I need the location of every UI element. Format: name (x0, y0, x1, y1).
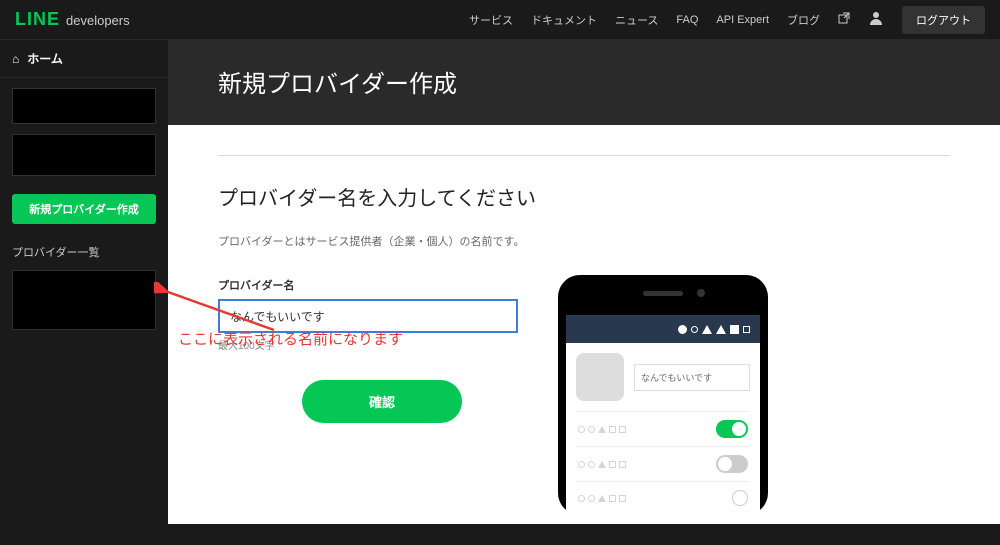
section-title: プロバイダー名を入力してください (218, 182, 950, 211)
divider (218, 155, 950, 156)
sidebar-redacted-3[interactable] (12, 270, 156, 330)
shape-circle-filled-icon (678, 325, 687, 334)
nav-docs[interactable]: ドキュメント (531, 12, 597, 28)
top-bar: LINE developers サービス ドキュメント ニュース FAQ API… (0, 0, 1000, 40)
radio-off-icon (732, 490, 748, 506)
shape-square-outline-icon (743, 326, 750, 333)
home-link[interactable]: ⌂ ホーム (0, 40, 168, 78)
toggle-off-icon (716, 455, 748, 473)
sidebar-redacted-2 (12, 134, 156, 176)
char-limit: 最大100文字 (218, 337, 518, 352)
sidebar: ⌂ ホーム 新規プロバイダー作成 プロバイダー一覧 (0, 40, 168, 524)
home-icon: ⌂ (12, 52, 19, 66)
top-nav: サービス ドキュメント ニュース FAQ API Expert ブログ ログアウ… (469, 6, 985, 34)
toggle-on-icon (716, 420, 748, 438)
provider-name-input[interactable] (218, 299, 518, 333)
sidebar-redacted-1 (12, 88, 156, 124)
nav-services[interactable]: サービス (469, 12, 513, 28)
logo-dev: developers (66, 13, 130, 28)
preview-setting-row (576, 411, 750, 446)
shape-circle-outline-icon (691, 326, 698, 333)
phone-preview: なんでもいいです (558, 275, 768, 515)
shape-square-filled-icon (730, 325, 739, 334)
main-content: 新規プロバイダー作成 プロバイダー名を入力してください プロバイダーとはサービス… (168, 40, 1000, 524)
avatar-placeholder (576, 353, 624, 401)
preview-name-display: なんでもいいです (634, 364, 750, 391)
logout-button[interactable]: ログアウト (902, 6, 985, 34)
shape-triangle-icon (702, 325, 712, 334)
phone-header (566, 315, 760, 343)
provider-hint: プロバイダーとはサービス提供者（企業・個人）の名前です。 (218, 233, 950, 249)
nav-faq[interactable]: FAQ (676, 14, 698, 26)
nav-api-expert[interactable]: API Expert (716, 14, 769, 26)
page-title: 新規プロバイダー作成 (218, 64, 950, 99)
new-provider-button[interactable]: 新規プロバイダー作成 (12, 194, 156, 224)
external-link-icon[interactable] (838, 12, 850, 27)
provider-list-label: プロバイダー一覧 (0, 232, 168, 264)
page-header: 新規プロバイダー作成 (168, 40, 1000, 125)
logo[interactable]: LINE developers (15, 9, 130, 30)
preview-setting-row (576, 481, 750, 514)
nav-news[interactable]: ニュース (615, 12, 658, 28)
preview-setting-row (576, 446, 750, 481)
confirm-button[interactable]: 確認 (302, 380, 462, 423)
nav-blog[interactable]: ブログ (787, 12, 820, 28)
home-label: ホーム (27, 50, 63, 67)
user-icon[interactable] (868, 10, 884, 29)
logo-line: LINE (15, 9, 60, 30)
shape-triangle-icon (716, 325, 726, 334)
provider-name-label: プロバイダー名 (218, 277, 518, 293)
